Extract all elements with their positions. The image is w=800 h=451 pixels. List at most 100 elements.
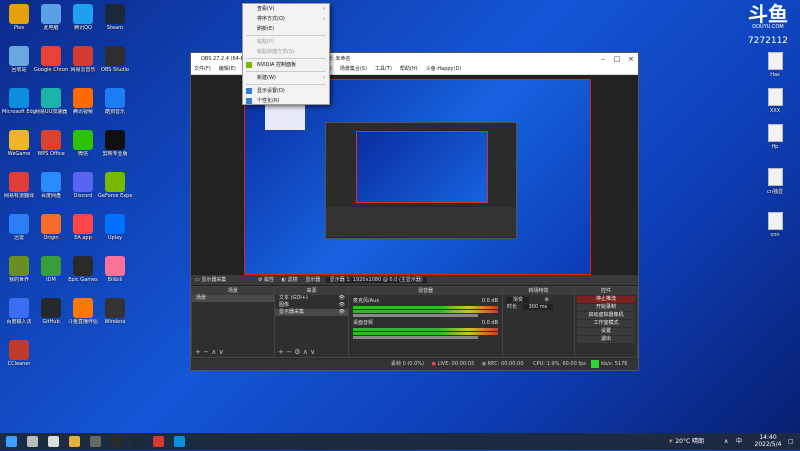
desktop-icon[interactable]: 剪映专业版: [98, 130, 132, 170]
add-icon[interactable]: +: [278, 348, 284, 356]
desktop-icon[interactable]: Wireless: [98, 298, 132, 338]
desktop-icon[interactable]: 腾讯视频: [66, 88, 100, 128]
control-button[interactable]: 停止推流: [577, 296, 635, 303]
desktop-icon[interactable]: Epic Games: [66, 256, 100, 296]
clock[interactable]: 14:40 2022/5/4: [750, 433, 786, 451]
desktop-icon[interactable]: EA app: [66, 214, 100, 254]
desktop-icon[interactable]: 百度输入法: [2, 298, 36, 338]
desktop-file-icon[interactable]: XXX: [760, 88, 790, 114]
desktop-icon[interactable]: 网易UU加速器: [34, 88, 68, 128]
minimize-button[interactable]: –: [596, 53, 610, 65]
obs-menu-item[interactable]: 斗鱼-Happy(D): [426, 66, 462, 72]
obs-menu-item[interactable]: 文件(F): [194, 66, 211, 72]
desktop-icon[interactable]: Origin: [34, 214, 68, 254]
visibility-eye-icon[interactable]: 👁: [339, 295, 345, 302]
obs-menu-item[interactable]: 帮助(H): [400, 66, 418, 72]
move-up-icon[interactable]: ∧: [211, 348, 216, 356]
source-item[interactable]: 文本 (GDI+) 👁: [275, 295, 348, 302]
volume-slider[interactable]: [353, 336, 478, 339]
transition-type[interactable]: 渐变: [507, 297, 530, 303]
source-item[interactable]: 图像 👁: [275, 302, 348, 309]
context-menu-item[interactable]: NVIDIA 控制面板: [243, 60, 329, 70]
desktop-file-icon[interactable]: cn独显: [760, 168, 790, 195]
desktop-icon[interactable]: Bilibili: [98, 256, 132, 296]
gear-icon[interactable]: ⚙: [294, 348, 300, 356]
filters-button[interactable]: ◐ 滤镜: [282, 277, 298, 283]
desktop-icon[interactable]: 此电脑: [34, 4, 68, 44]
properties-button[interactable]: ⚙ 属性: [258, 277, 274, 283]
desktop-file-icon[interactable]: cnn: [760, 212, 790, 238]
move-down-icon[interactable]: ∨: [310, 348, 315, 356]
desktop-icon[interactable]: 斗鱼直播伴侣: [66, 298, 100, 338]
control-button[interactable]: 开始录制: [577, 304, 635, 311]
obs-taskbar-icon[interactable]: [111, 436, 122, 447]
source-item[interactable]: 显示器采集 👁: [275, 309, 348, 316]
desktop-icon[interactable]: GitHub: [34, 298, 68, 338]
desktop-icon[interactable]: Plex: [2, 4, 36, 44]
taskbar-app-icon[interactable]: [90, 436, 101, 447]
control-button[interactable]: 退出: [577, 336, 635, 343]
weather-widget[interactable]: ☀ 20°C 晴朗: [668, 433, 704, 450]
move-up-icon[interactable]: ∧: [303, 348, 308, 356]
move-down-icon[interactable]: ∨: [219, 348, 224, 356]
remove-icon[interactable]: −: [286, 348, 292, 356]
obs-menu-item[interactable]: 编辑(E): [219, 66, 236, 72]
ime-indicator[interactable]: 中: [736, 433, 742, 450]
obs-menu-item[interactable]: 场景集合(S): [340, 66, 367, 72]
steam-taskbar-icon[interactable]: [132, 436, 143, 447]
desktop-icon[interactable]: 网易有道翻译: [2, 172, 36, 212]
desktop-icon[interactable]: OBS Studio: [98, 46, 132, 86]
close-button[interactable]: ×: [624, 53, 638, 65]
transition-select[interactable]: 渐变 ⚙: [503, 297, 574, 304]
search-icon[interactable]: [27, 436, 38, 447]
desktop-icon[interactable]: WeGame: [2, 130, 36, 170]
desktop-icon[interactable]: 网易云音乐: [66, 46, 100, 86]
obs-preview-canvas[interactable]: [244, 79, 591, 275]
desktop-icon[interactable]: 百度网盘: [34, 172, 68, 212]
context-menu-item[interactable]: 粘贴(P): [243, 37, 329, 47]
desktop-icon[interactable]: Steam: [98, 4, 132, 44]
desktop-file-icon[interactable]: ffp: [760, 124, 790, 150]
task-view-icon[interactable]: [48, 436, 59, 447]
control-button[interactable]: 设置: [577, 328, 635, 335]
duration-input[interactable]: 300 ms: [522, 304, 554, 310]
desktop-icon[interactable]: Google Chrome: [34, 46, 68, 86]
desktop-icon[interactable]: IDM: [34, 256, 68, 296]
netease-music-taskbar-icon[interactable]: [153, 436, 164, 447]
volume-slider[interactable]: [353, 314, 478, 317]
control-button[interactable]: 启动虚拟摄像机: [577, 312, 635, 319]
desktop-icon[interactable]: 酷狗音乐: [98, 88, 132, 128]
desktop-icon[interactable]: 回收站: [2, 46, 36, 86]
context-menu-item[interactable]: 排序方式(O) ›: [243, 14, 329, 24]
visibility-eye-icon[interactable]: 👁: [339, 302, 345, 309]
file-explorer-icon[interactable]: [69, 436, 80, 447]
obs-menu-item[interactable]: 工具(T): [375, 66, 392, 72]
edge-taskbar-icon[interactable]: [174, 436, 185, 447]
gear-icon[interactable]: ⚙: [545, 297, 549, 303]
maximize-button[interactable]: □: [610, 53, 624, 65]
context-menu-item[interactable]: 显示设置(D): [243, 86, 329, 96]
display-select[interactable]: 显示器 1: 1920x1080 @ 0,0 (主显示器): [325, 277, 427, 283]
desktop-icon[interactable]: Uplay: [98, 214, 132, 254]
control-button[interactable]: 工作室模式: [577, 320, 635, 327]
desktop-icon[interactable]: 微信: [66, 130, 100, 170]
start-button-icon[interactable]: [6, 436, 17, 447]
desktop-icon[interactable]: Microsoft Edge: [2, 88, 36, 128]
context-menu-item[interactable]: 刷新(E): [243, 24, 329, 34]
desktop-icon[interactable]: 我的世界: [2, 256, 36, 296]
desktop-icon[interactable]: CCleaner: [2, 340, 36, 380]
desktop-icon[interactable]: 腾讯QQ: [66, 4, 100, 44]
context-menu-item[interactable]: 个性化(R): [243, 96, 329, 106]
scene-item[interactable]: 场景: [192, 295, 274, 302]
notification-icon[interactable]: ▢: [788, 433, 794, 450]
add-icon[interactable]: +: [195, 348, 201, 356]
context-menu-item[interactable]: 粘贴快捷方式(S): [243, 47, 329, 57]
desktop-icon[interactable]: 迅雷: [2, 214, 36, 254]
desktop-icon[interactable]: WPS Office: [34, 130, 68, 170]
tray-arrow-icon[interactable]: ∧: [724, 433, 728, 450]
context-menu-item[interactable]: 新建(W) ›: [243, 73, 329, 83]
remove-icon[interactable]: −: [203, 348, 209, 356]
desktop-icon[interactable]: Discord: [66, 172, 100, 212]
desktop-file-icon[interactable]: Has: [760, 52, 790, 78]
visibility-eye-icon[interactable]: 👁: [339, 309, 345, 316]
